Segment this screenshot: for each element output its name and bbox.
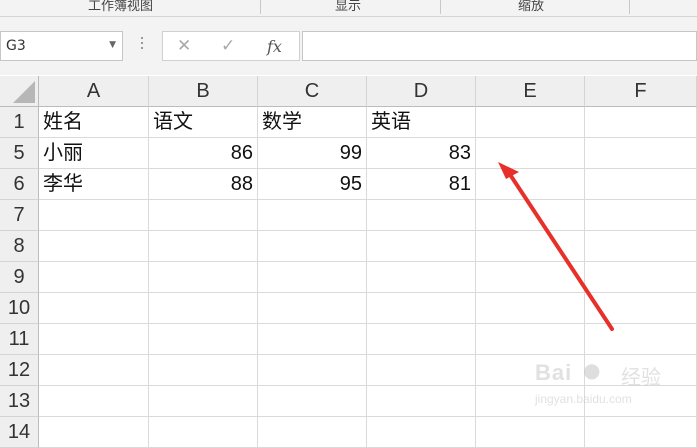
drag-handle-icon[interactable] (140, 37, 144, 53)
formula-input[interactable] (302, 31, 697, 61)
ribbon-separator (440, 0, 441, 14)
watermark-url: jingyan.baidu.com (535, 392, 632, 406)
arrow-head (498, 162, 519, 179)
cancel-icon[interactable]: ✕ (177, 36, 191, 56)
formula-bar: G3 ▼ ✕ ✓ fx (0, 17, 697, 75)
paw-logo-icon: ● (583, 358, 601, 382)
name-box[interactable]: G3 ▼ (0, 31, 123, 61)
arrow-shaft (507, 171, 614, 331)
formula-buttons: ✕ ✓ fx (162, 31, 300, 61)
ribbon-separator (260, 0, 261, 14)
watermark: Bai ● 经验 jingyan.baidu.com (535, 356, 695, 408)
chevron-down-icon[interactable]: ▼ (109, 40, 116, 50)
watermark-brand-cn: 经验 (621, 365, 661, 389)
ribbon-group-show: 显示 (335, 0, 362, 14)
name-box-value: G3 (6, 38, 26, 54)
ribbon-group-workbook-views: 工作簿视图 (88, 0, 154, 14)
ribbon-separator (629, 0, 630, 14)
watermark-brand: Bai (535, 360, 573, 385)
insert-function-button[interactable]: fx (267, 37, 282, 56)
enter-icon[interactable]: ✓ (221, 36, 235, 56)
ribbon-group-zoom: 缩放 (518, 0, 545, 14)
ribbon-group-labels: 工作簿视图 显示 缩放 (0, 0, 697, 17)
